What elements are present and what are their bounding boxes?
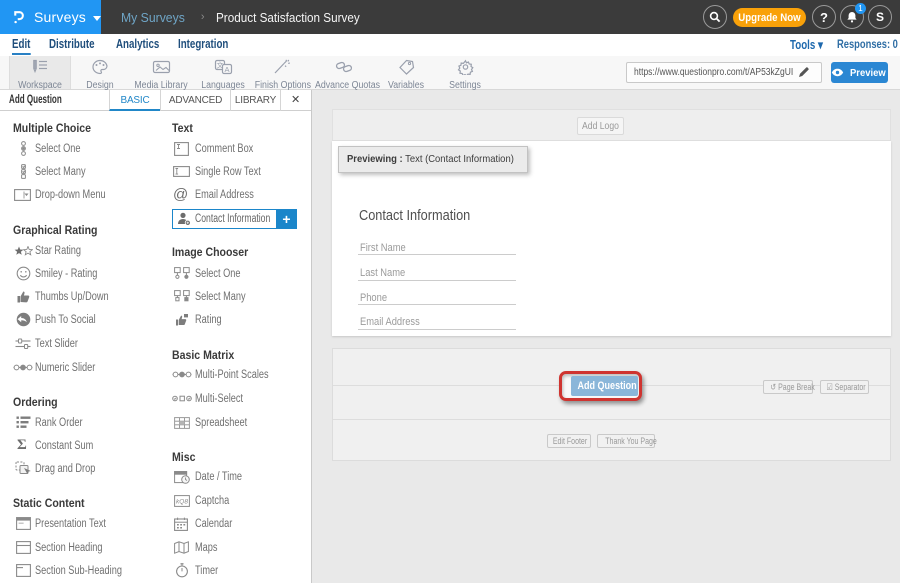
- svg-text:kQ8: kQ8: [176, 499, 188, 506]
- svg-text:A: A: [224, 65, 229, 74]
